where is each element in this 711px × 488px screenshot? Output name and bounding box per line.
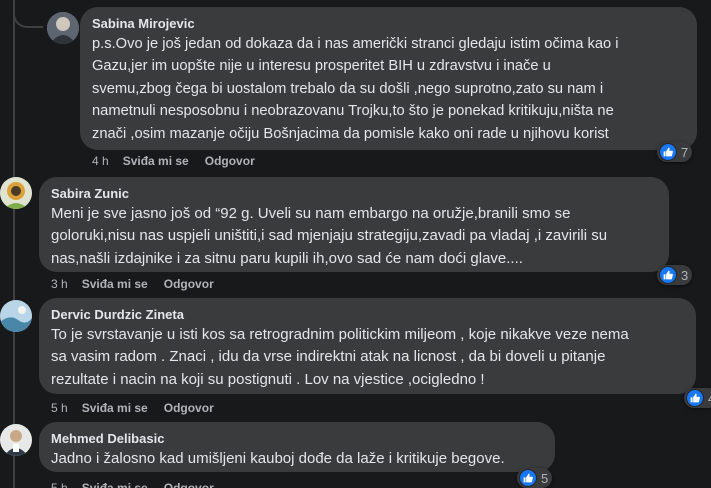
comment-actions: 5 h Sviđa mi se Odgovor: [51, 400, 214, 416]
reaction-count-badge[interactable]: 4: [684, 388, 711, 408]
reply-button[interactable]: Odgovor: [164, 480, 214, 488]
like-button[interactable]: Sviđa mi se: [82, 400, 148, 416]
comment-author[interactable]: Dervic Durdzic Zineta: [51, 306, 684, 324]
comment-bubble: Mehmed Delibasic Jadno i žalosno kad umi…: [39, 422, 555, 472]
reaction-count: 7: [681, 144, 689, 160]
avatar[interactable]: [0, 300, 32, 332]
avatar[interactable]: [0, 424, 32, 456]
comment-timestamp[interactable]: 4 h: [92, 153, 109, 169]
comment-text: Meni je sve jasno još od “92 g. Uveli su…: [51, 205, 608, 267]
comment-bubble: Dervic Durdzic Zineta To je svrstavanje …: [39, 298, 696, 394]
comment-text: Jadno i žalosno kad umišljeni kauboj dođ…: [51, 450, 505, 467]
avatar[interactable]: [0, 177, 32, 209]
like-button[interactable]: Sviđa mi se: [82, 276, 148, 292]
reply-button[interactable]: Odgovor: [164, 276, 214, 292]
comment-actions: 4 h Sviđa mi se Odgovor: [92, 153, 255, 169]
reaction-count-badge[interactable]: 5: [517, 468, 553, 488]
comment-author[interactable]: Mehmed Delibasic: [51, 430, 543, 448]
reaction-count: 3: [681, 267, 689, 283]
comment-bubble: Sabira Zunic Meni je sve jasno još od “9…: [39, 177, 669, 272]
thread-line: [13, 0, 15, 488]
reaction-count-badge[interactable]: 7: [657, 142, 693, 162]
comment-text: p.s.Ovo je još jedan od dokaza da i nas …: [92, 36, 619, 142]
reply-button[interactable]: Odgovor: [205, 153, 255, 169]
reaction-count: 5: [541, 470, 549, 486]
comment-bubble: Sabina Mirojevic p.s.Ovo je još jedan od…: [80, 7, 697, 150]
comment-timestamp[interactable]: 3 h: [51, 276, 68, 292]
like-button[interactable]: Sviđa mi se: [82, 480, 148, 488]
comment-author[interactable]: Sabira Zunic: [51, 185, 657, 203]
reaction-count-badge[interactable]: 3: [657, 265, 693, 285]
avatar[interactable]: [47, 12, 79, 44]
like-reaction-icon: [686, 389, 704, 407]
like-button[interactable]: Sviđa mi se: [123, 153, 189, 169]
comment-actions: 5 h Sviđa mi se Odgovor: [51, 480, 214, 488]
comment-author[interactable]: Sabina Mirojevic: [92, 15, 685, 33]
comment-actions: 3 h Sviđa mi se Odgovor: [51, 276, 214, 292]
like-reaction-icon: [519, 469, 537, 487]
comment-timestamp[interactable]: 5 h: [51, 400, 68, 416]
like-reaction-icon: [659, 266, 677, 284]
thread-connector: [13, 8, 43, 28]
reply-button[interactable]: Odgovor: [164, 400, 214, 416]
comment-timestamp[interactable]: 5 h: [51, 480, 68, 488]
like-reaction-icon: [659, 143, 677, 161]
comment-text: To je svrstavanje u isti kos sa retrogra…: [51, 326, 629, 388]
